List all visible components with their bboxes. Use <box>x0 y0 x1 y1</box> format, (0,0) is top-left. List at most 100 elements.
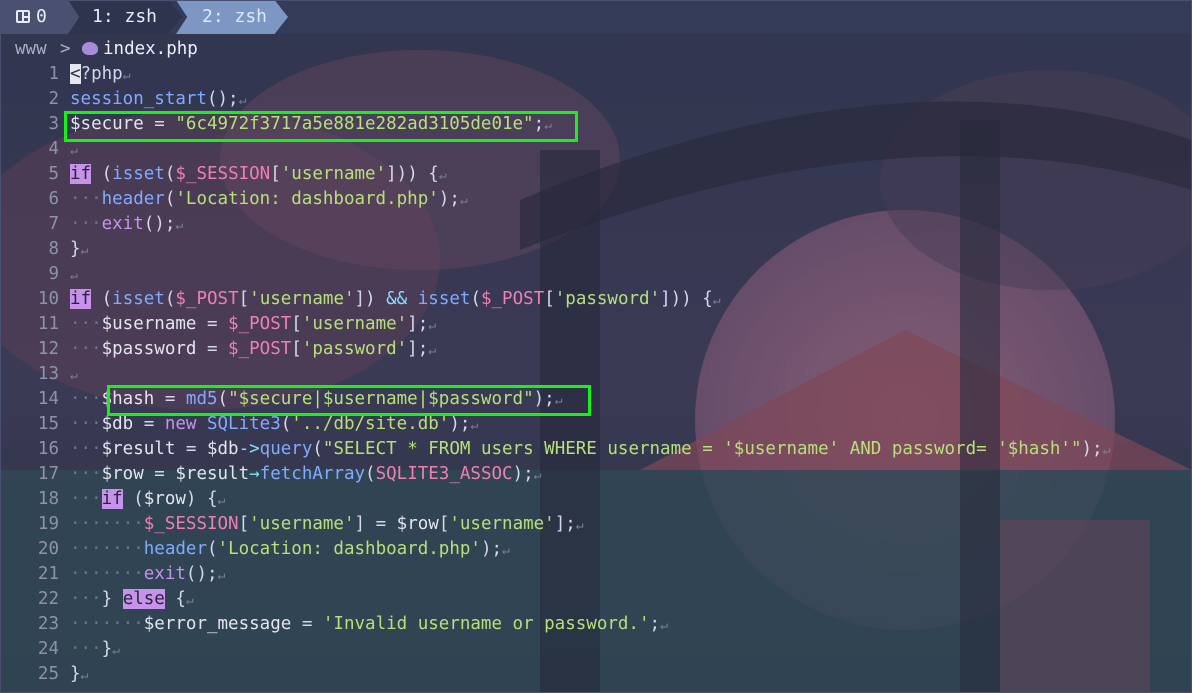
code-line[interactable]: 24 ···}↵ <box>0 637 1192 662</box>
line-number: 13 <box>37 364 59 384</box>
code-token: } <box>101 589 123 609</box>
code-text: ·······header('Location: dashboard.php')… <box>70 537 510 563</box>
eol-marker: ↵ <box>238 93 247 108</box>
code-editor[interactable]: 1 <?php↵ 2 session_start();↵ 3 $secure = "6c4… <box>0 62 1192 687</box>
code-line[interactable]: 15 ···$db = new SQLite3('../db/site.db');… <box>0 412 1192 437</box>
code-line[interactable]: 14 ···$hash = md5("$secure|$username|$pas… <box>0 387 1192 412</box>
eol-marker: ↵ <box>112 643 120 658</box>
eol-marker: ↵ <box>438 168 447 183</box>
code-token: isset <box>417 289 471 309</box>
eol-marker: ↵ <box>712 293 721 308</box>
line-number: 24 <box>37 639 59 659</box>
eol-marker: ↵ <box>533 468 542 483</box>
code-token: < <box>70 64 81 84</box>
line-number: 22 <box>37 589 59 609</box>
code-line[interactable]: 25}↵ <box>0 662 1192 687</box>
code-token: ]; <box>407 339 429 359</box>
code-line[interactable]: 17 ···$row = $result→fetchArray(SQLITE3_A… <box>0 462 1192 487</box>
code-token: [ <box>238 289 250 309</box>
code-token: ··· <box>70 189 102 209</box>
code-token: '../db/site.db' <box>291 414 450 434</box>
code-line[interactable]: 8}↵ <box>0 237 1192 262</box>
tab-window-2[interactable]: 2: zsh <box>176 0 288 34</box>
code-line[interactable]: 2 session_start();↵ <box>0 87 1192 112</box>
code-token: } <box>70 239 81 259</box>
code-token: 'Location: dashboard.php' <box>217 539 481 559</box>
code-token: $result <box>175 464 250 484</box>
line-number: 10 <box>37 289 59 309</box>
code-token: } <box>70 664 81 684</box>
code-token: $row <box>143 489 186 509</box>
breadcrumb-file[interactable]: index.php <box>103 37 198 62</box>
code-line[interactable]: 6 ···header('Location: dashboard.php');↵ <box>0 187 1192 212</box>
code-line[interactable]: 1 <?php↵ <box>0 62 1192 87</box>
code-token: [ <box>238 514 250 534</box>
eol-marker: ↵ <box>70 368 78 383</box>
code-text: ···} else {↵ <box>70 587 194 613</box>
code-token: (); <box>185 564 218 584</box>
code-line[interactable]: 7 ···exit();↵ <box>0 212 1192 237</box>
code-line[interactable]: 4 ↵ <box>0 137 1192 162</box>
line-number: 23 <box>37 614 59 634</box>
code-line[interactable]: 19 ·······$_SESSION['username'] = $row['u… <box>0 512 1192 537</box>
code-token: ······· <box>70 539 144 559</box>
code-line[interactable]: 11 ···$username = $_POST['username'];↵ <box>0 312 1192 337</box>
line-number: 12 <box>37 339 59 359</box>
code-token: ······· <box>70 614 144 634</box>
code-token: exit <box>101 214 144 234</box>
eol-marker: ↵ <box>544 118 552 133</box>
tab-window-1[interactable]: 1: zsh <box>68 0 182 34</box>
code-token: [ <box>270 164 281 184</box>
code-token: ); <box>449 414 471 434</box>
code-text: if (isset($_POST['username']) && isset($… <box>70 287 721 313</box>
code-token: header <box>143 539 207 559</box>
code-text: $secure = "6c4972f3717a5e881e282ad3105de… <box>70 112 552 138</box>
code-token: ··· <box>70 339 102 359</box>
code-token: 'username' <box>301 314 408 334</box>
code-token: 'Invalid username or password.' <box>322 614 650 634</box>
code-token: = <box>143 114 176 134</box>
code-line[interactable]: 16 ···$result = $db->query("SELECT * FROM… <box>0 437 1192 462</box>
code-line[interactable]: 3 $secure = "6c4972f3717a5e881e282ad3105d… <box>0 112 1192 137</box>
code-token: $row <box>396 514 439 534</box>
code-text: ↵ <box>70 137 78 163</box>
eol-marker: ↵ <box>660 618 668 633</box>
code-line[interactable]: 12 ···$password = $_POST['password'];↵ <box>0 337 1192 362</box>
code-token: if <box>70 289 92 309</box>
code-text: ↵ <box>70 362 78 388</box>
code-line[interactable]: 18 ···if ($row) {↵ <box>0 487 1192 512</box>
code-token: isset <box>112 164 165 184</box>
code-token: ( <box>91 289 113 309</box>
php-icon <box>82 42 98 55</box>
code-token: ··· <box>70 489 102 509</box>
breadcrumb-dir[interactable]: www <box>15 37 47 62</box>
eol-marker: ↵ <box>502 543 510 558</box>
code-token: && <box>386 289 408 309</box>
code-line[interactable]: 23 ·······$error_message = 'Invalid usern… <box>0 612 1192 637</box>
code-line[interactable]: 9 ↵ <box>0 262 1192 287</box>
eol-marker: ↵ <box>122 68 131 83</box>
code-line[interactable]: 13 ↵ <box>0 362 1192 387</box>
code-line[interactable]: 5 if (isset($_SESSION['username'])) {↵ <box>0 162 1192 187</box>
code-token: 'Location: dashboard.php' <box>175 189 439 209</box>
code-line[interactable]: 22 ···} else {↵ <box>0 587 1192 612</box>
code-token: 'password' <box>301 339 408 359</box>
code-line[interactable]: 10 if (isset($_POST['username']) && isset… <box>0 287 1192 312</box>
tab-label: 1: zsh <box>92 6 158 27</box>
code-token: isset <box>112 289 165 309</box>
code-token: ( <box>164 289 176 309</box>
code-token: ); <box>512 464 534 484</box>
code-token: ··· <box>70 439 102 459</box>
code-line[interactable]: 21 ·······exit();↵ <box>0 562 1192 587</box>
code-token: -> <box>238 439 260 459</box>
code-token: ······· <box>70 514 144 534</box>
code-token: = <box>175 439 207 459</box>
code-token: 'username' <box>249 289 355 309</box>
code-line[interactable]: 20 ·······header('Location: dashboard.php… <box>0 537 1192 562</box>
code-token: new <box>164 414 197 434</box>
code-token: "6c4972f3717a5e881e282ad3105de01e" <box>175 114 534 134</box>
code-token: exit <box>143 564 186 584</box>
code-token: ) { <box>185 489 218 509</box>
code-token: query <box>259 439 313 459</box>
eol-marker: ↵ <box>459 193 468 208</box>
